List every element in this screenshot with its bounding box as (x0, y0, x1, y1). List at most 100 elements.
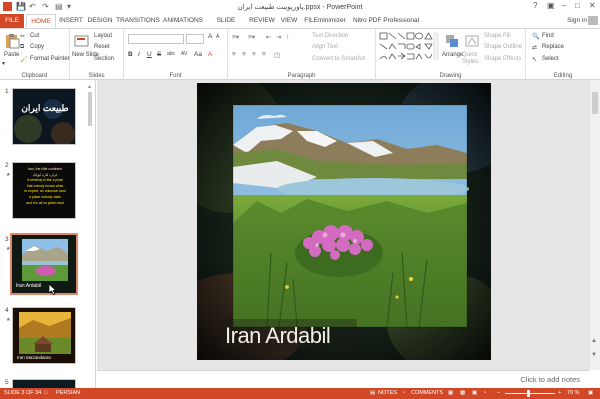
tab-nitro-pdf[interactable]: Nitro PDF Professional (350, 14, 422, 28)
text-direction-button[interactable]: Text Direction (312, 33, 348, 39)
find-button[interactable]: Find (542, 33, 554, 39)
format-painter-icon[interactable]: 🖌 (20, 56, 28, 63)
increase-indent-icon[interactable]: ⇥ (276, 33, 281, 41)
convert-smartart-button[interactable]: Convert to SmartArt (312, 56, 365, 62)
shrink-font-icon[interactable]: A (216, 34, 219, 40)
ribbon-display-options-icon[interactable]: ▣ (547, 1, 555, 10)
reading-view-icon[interactable]: ▣ (472, 390, 477, 396)
font-color-button[interactable]: A (208, 51, 212, 58)
thumbnail-slide-3[interactable]: Iran Ardabil (10, 233, 78, 295)
fit-slide-icon[interactable]: ▣ (588, 390, 593, 396)
close-icon[interactable]: ✕ (589, 1, 596, 10)
zoom-in-icon[interactable]: + (558, 390, 561, 396)
tab-file[interactable]: FILE (0, 14, 24, 28)
layout-button[interactable]: Layout (94, 33, 112, 39)
copy-button[interactable]: Copy (30, 44, 44, 50)
font-size-box[interactable] (186, 34, 204, 44)
find-icon[interactable]: 🔍 (532, 33, 539, 40)
shape-effects-button[interactable]: Shape Effects (484, 56, 521, 62)
columns-icon[interactable]: ◫ (274, 51, 280, 59)
tab-view[interactable]: VIEW (278, 14, 300, 28)
align-left-icon[interactable]: ≡ (232, 51, 236, 58)
zoom-slider[interactable] (505, 393, 555, 394)
comments-button[interactable]: COMMENTS (411, 390, 443, 396)
font-name-box[interactable] (128, 34, 184, 44)
arrange-icon[interactable] (444, 33, 460, 49)
tab-review[interactable]: REVIEW (248, 14, 276, 28)
tab-home[interactable]: HOME (26, 14, 56, 28)
slide-thumbnail-pane[interactable]: 1 طبیعت ایران 2 ★ Iran, the little conti… (0, 80, 96, 388)
slide-sorter-icon[interactable]: ▩ (460, 390, 465, 396)
paste-button[interactable]: Paste (4, 52, 19, 58)
change-case-button[interactable]: Aa (194, 51, 202, 58)
shapes-gallery[interactable] (379, 32, 439, 64)
shape-fill-button[interactable]: Shape Fill (484, 33, 511, 39)
justify-icon[interactable]: ≡ (262, 51, 266, 58)
italic-button[interactable]: I (138, 51, 140, 58)
notes-button[interactable]: NOTES (378, 390, 397, 396)
new-slide-icon[interactable] (74, 33, 90, 49)
cut-button[interactable]: Cut (30, 33, 39, 39)
paste-dropdown-icon[interactable]: ▾ (2, 60, 5, 67)
user-avatar[interactable] (588, 16, 598, 25)
sign-in-link[interactable]: Sign in (566, 14, 588, 28)
normal-view-icon[interactable]: ▦ (448, 390, 453, 396)
reset-button[interactable]: Reset (94, 44, 110, 50)
comments-icon[interactable]: ▫ (403, 390, 405, 396)
line-spacing-icon[interactable]: ↕ (286, 33, 289, 40)
thumbnail-slide-4[interactable]: Iran Mazandaran (12, 307, 76, 364)
align-right-icon[interactable]: ≡ (252, 51, 256, 58)
thumbnail-slide-2[interactable]: Iran, the little continent ایران، قاره ک… (12, 162, 76, 219)
previous-slide-icon[interactable]: ▲ (591, 338, 597, 344)
thumbnail-slide-5[interactable] (12, 379, 76, 388)
scroll-up-icon[interactable]: ▲ (87, 84, 93, 90)
tab-transitions[interactable]: TRANSITIONS (116, 14, 160, 28)
tab-design[interactable]: DESIGN (86, 14, 114, 28)
section-button[interactable]: Section (94, 56, 114, 62)
scroll-thumb[interactable] (88, 92, 92, 126)
underline-button[interactable]: U (147, 51, 152, 58)
copy-icon[interactable]: ⧉ (20, 44, 24, 51)
tab-fileminimizer[interactable]: FILEminimizer (302, 14, 348, 28)
thumbnail-scrollbar[interactable]: ▲ (87, 84, 93, 384)
minimize-icon[interactable]: – (562, 1, 566, 10)
next-slide-icon[interactable]: ▼ (591, 352, 597, 358)
notes-pane[interactable]: Click to add notes (97, 370, 590, 388)
tab-slide-show[interactable]: SLIDE SHOW (206, 14, 246, 38)
replace-button[interactable]: Replace (542, 44, 564, 50)
replace-icon[interactable]: ⇄ (532, 44, 537, 51)
align-center-icon[interactable]: ≡ (242, 51, 246, 58)
align-text-button[interactable]: Align Text (312, 44, 338, 50)
select-button[interactable]: Select (542, 56, 559, 62)
strikethrough-button[interactable]: S (157, 51, 161, 58)
zoom-out-icon[interactable]: – (497, 390, 500, 396)
format-painter-button[interactable]: Format Painter (30, 56, 70, 62)
quick-styles-icon[interactable] (464, 33, 480, 49)
decrease-indent-icon[interactable]: ⇤ (266, 33, 271, 41)
quick-styles-button[interactable]: Quick Styles (462, 52, 482, 66)
thumbnail-slide-1[interactable]: طبیعت ایران (12, 88, 76, 145)
tab-insert[interactable]: INSERT (58, 14, 84, 28)
maximize-icon[interactable]: □ (575, 1, 580, 10)
slide-caption[interactable]: Iran Ardabil (225, 323, 331, 349)
canvas-scroll-thumb[interactable] (592, 92, 598, 114)
current-slide[interactable]: Iran Ardabil (197, 83, 491, 360)
grow-font-icon[interactable]: A (208, 33, 212, 40)
select-icon[interactable]: ↖ (532, 56, 537, 63)
bold-button[interactable]: B (128, 51, 133, 58)
paste-icon[interactable] (4, 33, 20, 49)
shape-outline-button[interactable]: Shape Outline (484, 44, 522, 50)
notes-icon[interactable]: ▤ (370, 390, 375, 396)
character-spacing-button[interactable]: AV (181, 51, 187, 57)
zoom-level[interactable]: 70 % (567, 390, 580, 396)
zoom-slider-thumb[interactable] (527, 390, 530, 397)
slideshow-view-icon[interactable]: ▫ (484, 390, 486, 396)
cut-icon[interactable]: ✂ (20, 33, 25, 40)
tab-animations[interactable]: ANIMATIONS (162, 14, 204, 28)
language-indicator[interactable]: PERSIAN (56, 390, 80, 396)
arrange-button[interactable]: Arrange (442, 52, 463, 58)
canvas-scrollbar[interactable]: ▲ ▼ (590, 80, 600, 370)
notes-placeholder[interactable]: Click to add notes (520, 375, 580, 384)
bullets-icon[interactable]: ≡▾ (232, 33, 239, 41)
text-shadow-button[interactable]: abc (167, 51, 175, 57)
